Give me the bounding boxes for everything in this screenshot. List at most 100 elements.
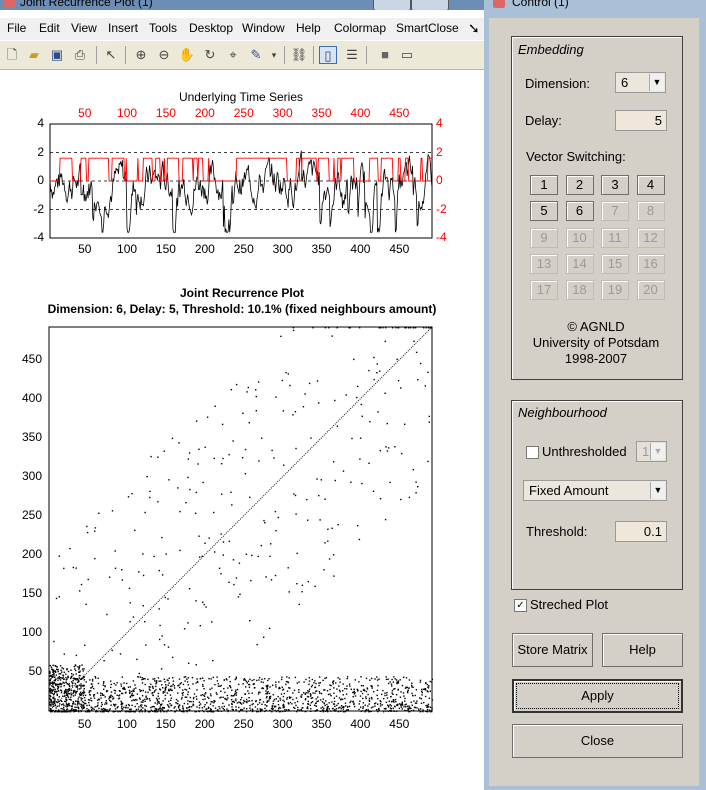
brush-icon[interactable]: ✎ xyxy=(247,46,265,64)
streched-plot-label: Streched Plot xyxy=(530,597,609,612)
menu-edit[interactable]: Edit xyxy=(39,21,60,35)
menu-colormap[interactable]: Colormap xyxy=(334,21,386,35)
menu-insert[interactable]: Insert xyxy=(108,21,138,35)
vector-button-10: 10 xyxy=(565,227,594,248)
y-tick-label: 400 xyxy=(21,390,42,405)
top-tick-label: 400 xyxy=(350,106,371,120)
x-tick-label: 100 xyxy=(116,717,137,731)
open-folder-icon[interactable]: ▰ xyxy=(25,46,43,64)
menu-help[interactable]: Help xyxy=(296,21,321,35)
figure-titlebar[interactable]: Joint Recurrence Plot (1) xyxy=(0,0,484,10)
vector-button-9: 9 xyxy=(530,227,558,248)
new-file-icon[interactable]: 🗋 xyxy=(3,46,21,64)
control-window: Control (1) Embedding Dimension: 6 ▼ Del… xyxy=(484,0,706,790)
unthresholded-checkbox[interactable] xyxy=(526,446,539,459)
menu-overflow-icon[interactable]: ➘ xyxy=(468,20,480,37)
apply-button[interactable]: Apply xyxy=(512,679,683,713)
menu-file[interactable]: File xyxy=(7,21,26,35)
menu-window[interactable]: Window xyxy=(242,21,285,35)
y-tick-label: 4 xyxy=(37,116,44,130)
x-tick-label: 300 xyxy=(272,242,293,256)
threshold-input[interactable]: 0.1 xyxy=(615,521,667,542)
vector-button-2[interactable]: 2 xyxy=(565,175,594,195)
x-tick-label: 50 xyxy=(78,242,92,256)
legend-icon[interactable]: ☰ xyxy=(343,46,361,64)
control-panel: Embedding Dimension: 6 ▼ Delay: 5 Vector… xyxy=(489,18,699,786)
zoom-out-icon[interactable]: ⊖ xyxy=(155,46,173,64)
x-tick-label: 400 xyxy=(350,717,371,731)
dimension-value: 6 xyxy=(621,75,629,90)
university-text: University of Potsdam xyxy=(532,335,660,350)
vector-button-5[interactable]: 5 xyxy=(530,201,558,222)
recurrence-subtitle: Dimension: 6, Delay: 5, Threshold: 10.1%… xyxy=(47,302,437,316)
link-plot-icon[interactable]: ⛓ xyxy=(290,46,308,64)
rotate-3d-icon[interactable]: ↻ xyxy=(201,46,219,64)
vector-button-13: 13 xyxy=(530,253,558,274)
store-matrix-button[interactable]: Store Matrix xyxy=(512,633,593,667)
vector-button-12: 12 xyxy=(636,227,665,248)
method-value: Fixed Amount xyxy=(529,483,609,498)
top-tick-label: 100 xyxy=(117,106,138,120)
maximize-button[interactable] xyxy=(411,0,449,10)
y-right-tick-label: 2 xyxy=(436,144,443,159)
figure-toolbar: 🗋 ▰ ▣ ⎙ ↖ ⊕ ⊖ ✋ ↻ ⌖ ✎ ▾ ⛓ ▯ ☰ ■ ▭ xyxy=(0,41,484,70)
threshold-label: Threshold: xyxy=(526,524,588,539)
arrow-select-icon[interactable]: ↖ xyxy=(102,46,120,64)
print-icon[interactable]: ⎙ xyxy=(71,46,89,64)
x-tick-label: 350 xyxy=(311,717,332,731)
top-tick-label: 150 xyxy=(155,106,176,120)
menu-desktop[interactable]: Desktop xyxy=(189,21,233,35)
vector-button-1[interactable]: 1 xyxy=(530,175,558,195)
control-titlebar[interactable]: Control (1) xyxy=(484,0,706,10)
pan-hand-icon[interactable]: ✋ xyxy=(178,46,196,64)
y-tick-label: 50 xyxy=(28,663,42,678)
embedding-title: Embedding xyxy=(518,42,584,57)
y-tick-label: 250 xyxy=(21,507,42,522)
copyright-text: © AGNLD xyxy=(567,319,625,334)
y-right-tick-label: 4 xyxy=(436,116,443,130)
menu-bar: File Edit View Insert Tools Desktop Wind… xyxy=(0,18,484,40)
x-tick-label: 100 xyxy=(117,242,138,256)
vector-button-7: 7 xyxy=(601,201,629,222)
top-tick-label: 50 xyxy=(78,106,92,120)
colorbar-icon[interactable]: ▯ xyxy=(319,46,337,64)
top-tick-label: 350 xyxy=(311,106,332,120)
save-icon[interactable]: ▣ xyxy=(48,46,66,64)
menu-tools[interactable]: Tools xyxy=(149,21,177,35)
dimension-label: Dimension: xyxy=(525,76,591,91)
delay-input[interactable]: 5 xyxy=(615,110,667,131)
vector-button-4[interactable]: 4 xyxy=(636,175,665,195)
y-tick-label: 2 xyxy=(37,144,44,159)
x-tick-label: 350 xyxy=(311,242,332,256)
vector-button-3[interactable]: 3 xyxy=(601,175,629,195)
menu-smartclose[interactable]: SmartClose xyxy=(396,21,459,35)
streched-plot-checkbox[interactable]: ✓ xyxy=(514,599,527,612)
y-tick-label: -4 xyxy=(33,230,44,244)
recurrence-plot[interactable] xyxy=(0,320,484,720)
control-window-title: Control (1) xyxy=(512,0,569,9)
matlab-icon xyxy=(3,0,15,8)
method-select[interactable]: Fixed Amount ▼ xyxy=(523,480,667,501)
x-tick-label: 450 xyxy=(389,242,410,256)
vector-button-8: 8 xyxy=(636,201,665,222)
top-tick-label: 300 xyxy=(272,106,293,120)
vector-button-6[interactable]: 6 xyxy=(565,201,594,222)
unthresholded-value: 1 xyxy=(642,444,650,459)
dropdown-icon[interactable]: ▾ xyxy=(265,46,283,64)
zoom-in-icon[interactable]: ⊕ xyxy=(132,46,150,64)
help-button[interactable]: Help xyxy=(602,633,683,667)
top-tick-label: 200 xyxy=(194,106,215,120)
x-tick-label: 200 xyxy=(194,242,215,256)
dimension-select[interactable]: 6 ▼ xyxy=(615,72,666,93)
delay-label: Delay: xyxy=(525,113,562,128)
y-tick-label: 150 xyxy=(21,585,42,600)
vector-button-18: 18 xyxy=(565,280,594,301)
show-plot-tools-icon[interactable]: ▭ xyxy=(398,46,416,64)
hide-plot-tools-icon[interactable]: ■ xyxy=(376,46,394,64)
minimize-button[interactable] xyxy=(373,0,411,10)
close-button[interactable]: Close xyxy=(512,724,683,758)
menu-view[interactable]: View xyxy=(71,21,97,35)
y-tick-label: 100 xyxy=(21,624,42,639)
unthresholded-select[interactable]: 1 ▼ xyxy=(636,441,667,462)
data-cursor-icon[interactable]: ⌖ xyxy=(224,46,242,64)
